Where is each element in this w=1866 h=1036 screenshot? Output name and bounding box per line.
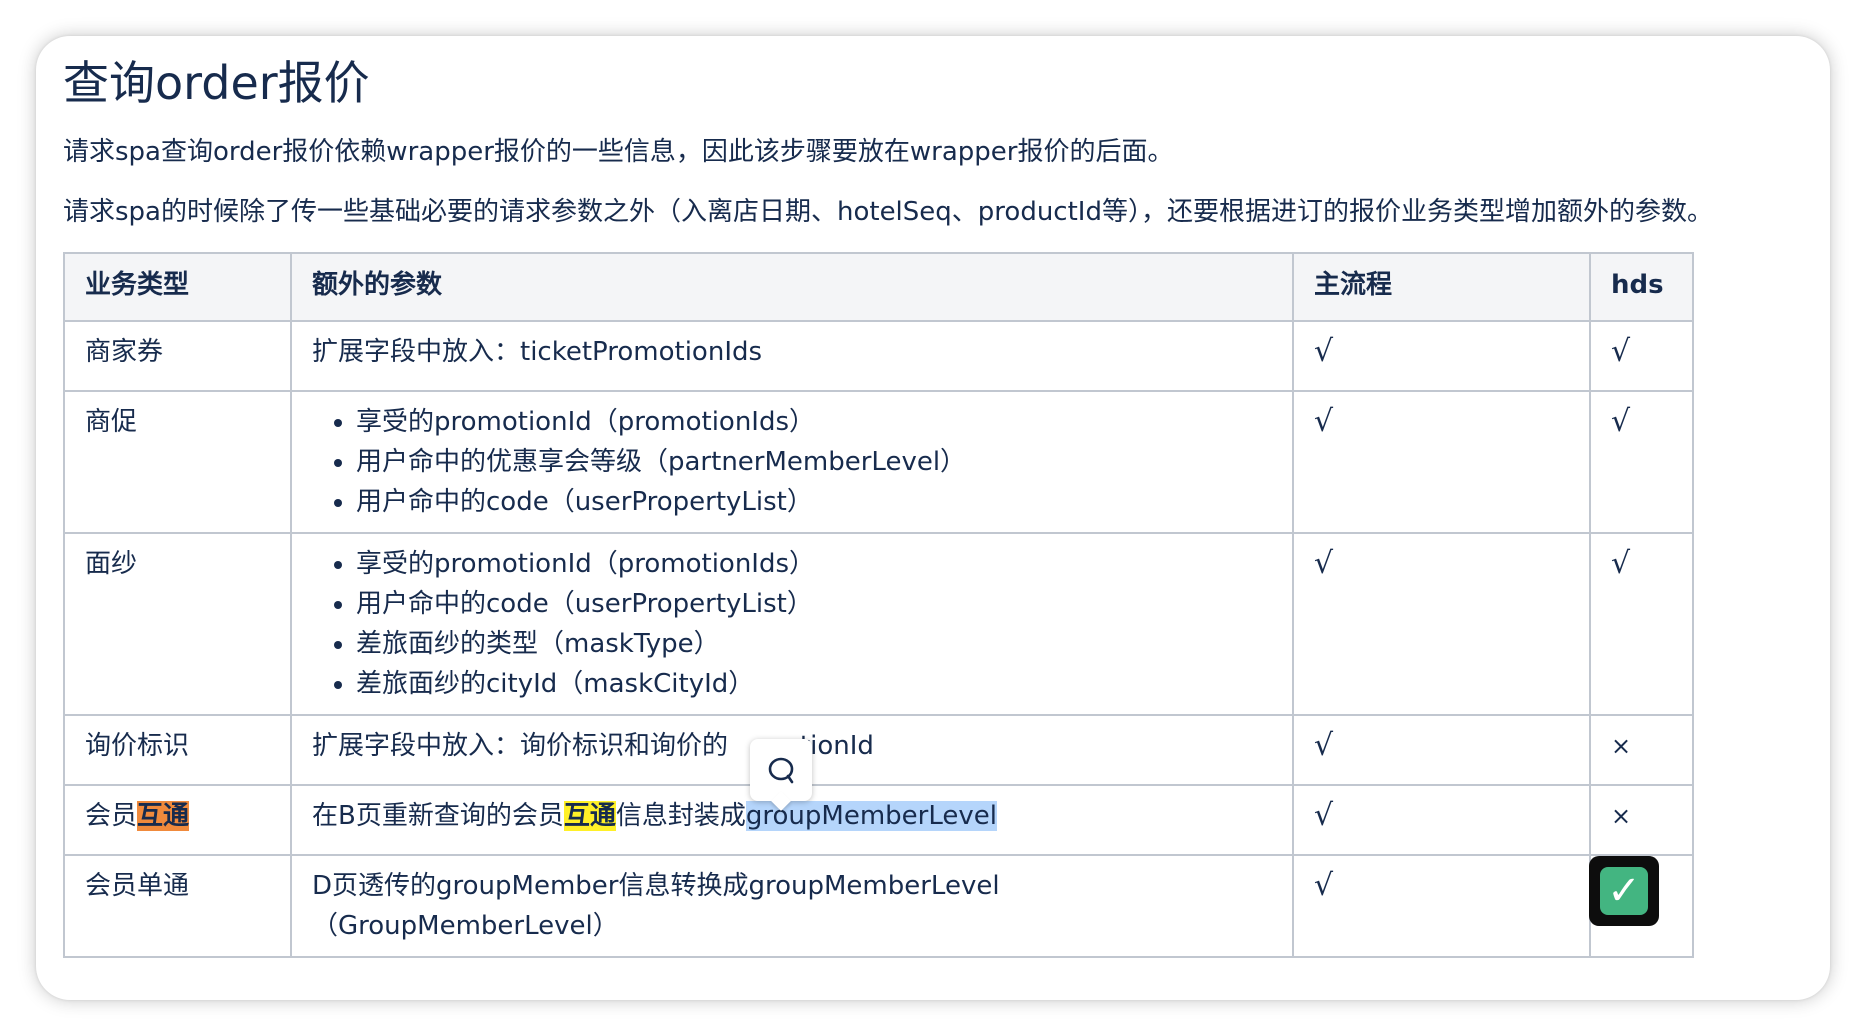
cell-params: 扩展字段中放入：ticketPromotionIds [290,320,1294,392]
cell-main: √ [1292,390,1591,534]
table-header-row: 业务类型 额外的参数 主流程 hds [63,252,1694,322]
check-mark: √ [1314,868,1334,903]
check-mark: √ [1314,798,1334,833]
cell-hds: √ [1589,390,1694,534]
cell-type: 会员互通 [63,784,292,856]
param-text: 在B页重新查询的会员 [312,801,564,831]
cell-type: 会员单通 [63,854,292,958]
highlighted-text: 互通 [563,801,616,831]
header-extra-params: 额外的参数 [290,252,1294,322]
cell-params: 享受的promotionId（promotionIds） 用户命中的code（u… [290,532,1294,716]
check-mark: √ [1611,334,1631,369]
cell-type: 面纱 [63,532,292,716]
list-item: 差旅面纱的cityId（maskCityId） [356,664,1272,704]
intro-paragraph: 请求spa查询order报价依赖wrapper报价的一些信息，因此该步骤要放在w… [63,137,1174,167]
cell-main: √ [1292,532,1591,716]
cell-main: √ [1292,784,1591,856]
cell-main: √ [1292,320,1591,392]
comment-bubble-icon [768,757,794,784]
cell-hds: × [1589,714,1694,786]
params-paragraph: 请求spa的时候除了传一些基础必要的请求参数之外（入离店日期、hotelSeq、… [63,197,1713,227]
table-row: 商家券 扩展字段中放入：ticketPromotionIds √ √ [63,320,1694,392]
list-item: 用户命中的code（userPropertyList） [356,584,1272,624]
cell-type: 询价标识 [63,714,292,786]
list-item: 享受的promotionId（promotionIds） [356,544,1272,584]
cell-hds: √ [1589,320,1694,392]
page-title: 查询order报价 [63,56,370,110]
list-item: 用户命中的code（userPropertyList） [356,482,1272,522]
check-mark: √ [1314,404,1334,439]
cell-main: √ [1292,714,1591,786]
param-list: 享受的promotionId（promotionIds） 用户命中的优惠享会等级… [312,402,1272,522]
type-text: 会员 [85,801,138,831]
header-business-type: 业务类型 [63,252,292,322]
cell-hds: × [1589,784,1694,856]
param-text: （GroupMemberLevel） [312,911,619,941]
cell-type: 商促 [63,390,292,534]
header-hds: hds [1589,252,1694,322]
list-item: 用户命中的优惠享会等级（partnerMemberLevel） [356,442,1272,482]
cross-mark: × [1611,732,1632,760]
check-mark: √ [1314,728,1334,763]
white-check-mark-emoji-icon: ✓ [1589,856,1659,926]
highlighted-text: 互通 [137,801,190,831]
check-mark: √ [1611,404,1631,439]
cell-params: 享受的promotionId（promotionIds） 用户命中的优惠享会等级… [290,390,1294,534]
param-text: 扩展字段中放入：询价标识和询价的 [312,731,729,761]
check-mark: √ [1314,546,1334,581]
table-row: 商促 享受的promotionId（promotionIds） 用户命中的优惠享… [63,390,1694,534]
add-comment-button[interactable] [750,739,812,811]
header-main-flow: 主流程 [1292,252,1591,322]
cell-type: 商家券 [63,320,292,392]
cross-mark: × [1611,802,1632,830]
business-type-table: 业务类型 额外的参数 主流程 hds 商家券 扩展字段中放入：ticketPro… [63,252,1694,958]
document-card: 查询order报价 请求spa查询order报价依赖wrapper报价的一些信息… [36,36,1830,1000]
param-text: D页透传的groupMember信息转换成groupMemberLevel [312,871,1000,901]
table-row: 会员单通 D页透传的groupMember信息转换成groupMemberLev… [63,854,1694,958]
param-text: 信息封装成 [615,801,746,831]
table-row: 面纱 享受的promotionId（promotionIds） 用户命中的cod… [63,532,1694,716]
list-item: 差旅面纱的类型（maskType） [356,624,1272,664]
list-item: 享受的promotionId（promotionIds） [356,402,1272,442]
check-mark: √ [1314,334,1334,369]
cell-main: √ [1292,854,1591,958]
param-list: 享受的promotionId（promotionIds） 用户命中的code（u… [312,544,1272,704]
check-mark: √ [1611,546,1631,581]
cell-hds: √ [1589,532,1694,716]
check-emoji-glyph: ✓ [1600,867,1648,915]
cell-hds: ✓ [1589,854,1694,958]
table-row: 询价标识 扩展字段中放入：询价标识和询价的 otionId √ × [63,714,1694,786]
cell-params: D页透传的groupMember信息转换成groupMemberLevel （Gr… [290,854,1294,958]
table-row: 会员互通 在B页重新查询的会员互通信息封装成groupMemberLevel √… [63,784,1694,856]
